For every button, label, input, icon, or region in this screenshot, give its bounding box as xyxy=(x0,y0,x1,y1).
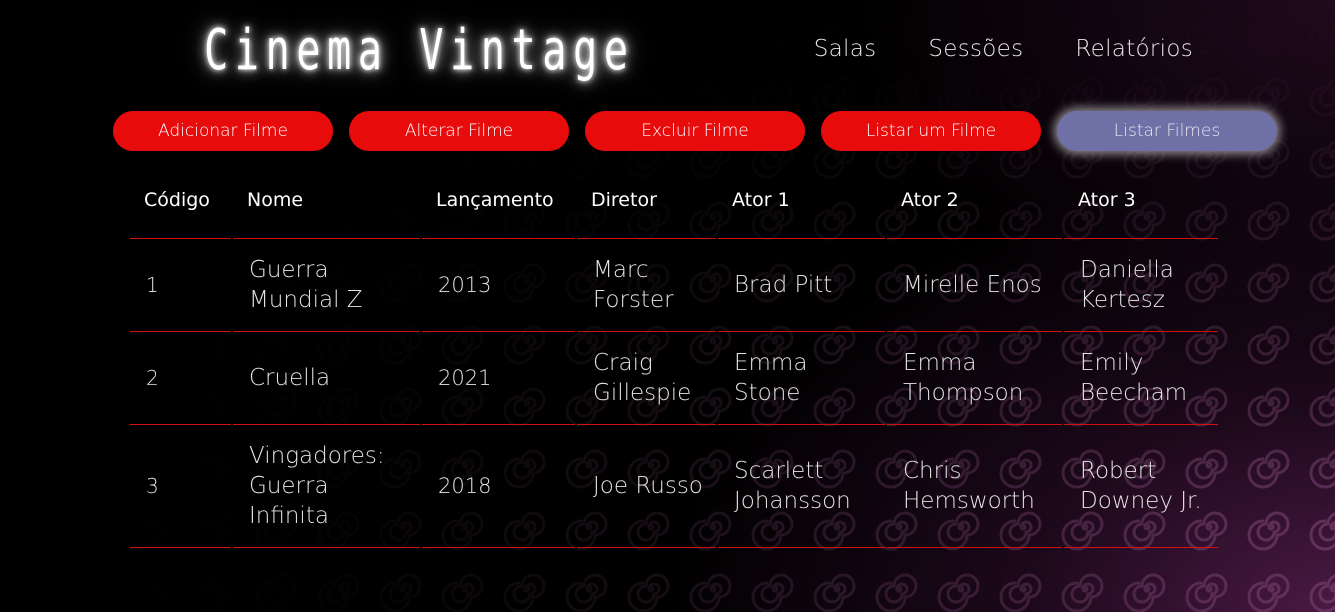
cell-ator-3: Emily Beecham xyxy=(1064,332,1218,425)
table-row: 2 Cruella 2021 Craig Gillespie Emma Ston… xyxy=(130,332,1218,425)
column-header-codigo: Código xyxy=(130,162,231,239)
column-header-ator-3: Ator 3 xyxy=(1064,162,1218,239)
table-header-row: Código Nome Lançamento Diretor Ator 1 At… xyxy=(130,162,1218,239)
edit-film-button[interactable]: Alterar Filme xyxy=(349,111,569,151)
cell-diretor: Marc Forster xyxy=(577,239,716,332)
main-nav: Salas Sessões Relatórios xyxy=(814,36,1193,62)
cell-ator-1: Brad Pitt xyxy=(718,239,885,332)
cell-ator-3: Robert Downey Jr. xyxy=(1064,425,1218,548)
cell-nome: Guerra Mundial Z xyxy=(233,239,420,332)
cell-codigo: 2 xyxy=(130,332,231,425)
cell-nome: Cruella xyxy=(233,332,420,425)
cell-lancamento: 2013 xyxy=(422,239,575,332)
cell-codigo: 1 xyxy=(130,239,231,332)
column-header-diretor: Diretor xyxy=(577,162,716,239)
nav-link-salas[interactable]: Salas xyxy=(814,36,877,62)
column-header-ator-2: Ator 2 xyxy=(887,162,1062,239)
cell-nome: Vingadores: Guerra Infinita xyxy=(233,425,420,548)
cell-ator-2: Emma Thompson xyxy=(887,332,1062,425)
cell-codigo: 3 xyxy=(130,425,231,548)
films-table: Código Nome Lançamento Diretor Ator 1 At… xyxy=(128,162,1220,548)
cell-ator-2: Mirelle Enos xyxy=(887,239,1062,332)
film-actions-toolbar: Adicionar Filme Alterar Filme Excluir Fi… xyxy=(113,111,1277,151)
cell-lancamento: 2018 xyxy=(422,425,575,548)
cell-ator-3: Daniella Kertesz xyxy=(1064,239,1218,332)
cell-ator-2: Chris Hemsworth xyxy=(887,425,1062,548)
cell-ator-1: Emma Stone xyxy=(718,332,885,425)
nav-link-relatorios[interactable]: Relatórios xyxy=(1075,36,1193,62)
list-one-film-button[interactable]: Listar um Filme xyxy=(821,111,1041,151)
list-films-button[interactable]: Listar Filmes xyxy=(1057,111,1277,151)
column-header-lancamento: Lançamento xyxy=(422,162,575,239)
table-row: 3 Vingadores: Guerra Infinita 2018 Joe R… xyxy=(130,425,1218,548)
site-logo-title[interactable]: Cinema Vintage xyxy=(204,12,628,90)
column-header-ator-1: Ator 1 xyxy=(718,162,885,239)
add-film-button[interactable]: Adicionar Filme xyxy=(113,111,333,151)
cell-diretor: Craig Gillespie xyxy=(577,332,716,425)
delete-film-button[interactable]: Excluir Filme xyxy=(585,111,805,151)
column-header-nome: Nome xyxy=(233,162,420,239)
cell-lancamento: 2021 xyxy=(422,332,575,425)
nav-link-sessoes[interactable]: Sessões xyxy=(928,36,1023,62)
cell-ator-1: Scarlett Johansson xyxy=(718,425,885,548)
cell-diretor: Joe Russo xyxy=(577,425,716,548)
table-row: 1 Guerra Mundial Z 2013 Marc Forster Bra… xyxy=(130,239,1218,332)
